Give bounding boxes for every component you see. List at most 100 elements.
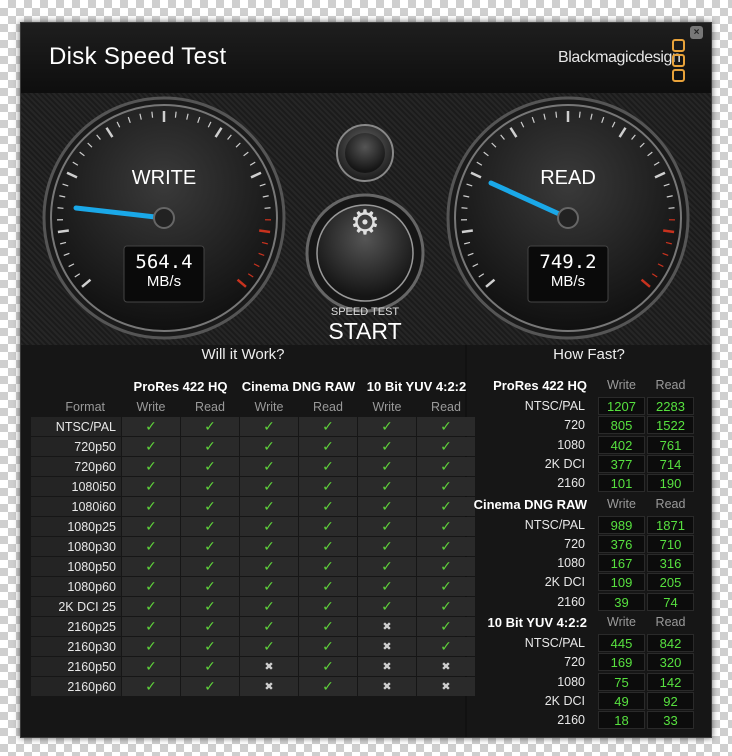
format-row-label: 2160p25 [67,620,116,634]
check-icon: ✓ [322,438,334,454]
read-subheader: Read [655,496,686,511]
check-icon: ✓ [263,478,275,494]
gauge-tick [174,111,177,118]
read-value: 749.2 [539,251,597,273]
gauge-tick [461,207,468,209]
write-speed-value: 376 [610,536,633,552]
write-subheader: Write [607,615,636,629]
read-speed-value: 33 [663,713,678,729]
speed-row-label: 2K DCI [544,456,585,471]
format-row-label: 2160p30 [67,640,116,654]
gauge-tick [151,111,154,118]
format-row-label: 720p60 [74,460,116,474]
cross-icon: ✖ [382,641,392,653]
check-icon: ✓ [381,518,393,534]
read-speed-value: 316 [659,556,682,572]
write-subheader: Write [372,400,402,414]
speed-group-header: 10 Bit YUV 4:2:2 [487,615,587,630]
gauge-tick [259,229,271,234]
title-bar[interactable]: Disk Speed Test Blackmagicdesign × [21,23,711,93]
speed-row-label: NTSC/PAL [524,399,585,413]
check-icon: ✓ [263,438,275,454]
check-icon: ✓ [263,598,275,614]
brand-name: Blackmagicdesign [558,49,681,66]
check-icon: ✓ [322,538,334,554]
speed-row-label: 2160 [557,713,585,728]
check-icon: ✓ [204,658,216,674]
check-icon: ✓ [204,598,216,614]
read-speed-value: 320 [659,655,682,671]
check-icon: ✓ [145,418,157,434]
speed-row-label: 2160 [557,594,585,609]
read-unit: MB/s [550,273,586,290]
check-icon: ✓ [145,518,157,534]
check-icon: ✓ [145,658,157,674]
speed-row-label: 2K DCI [544,575,585,590]
will-it-work-title: Will it Work? [201,346,285,363]
check-icon: ✓ [322,418,334,434]
check-icon: ✓ [263,538,275,554]
group-header: Cinema DNG RAW [241,379,356,394]
format-row-label: 1080p50 [67,560,116,574]
check-icon: ✓ [322,658,334,674]
read-subheader: Read [195,400,225,414]
app-title: Disk Speed Test [49,43,227,70]
check-icon: ✓ [322,638,334,654]
check-icon: ✓ [204,578,216,594]
gauge-tick [57,229,69,234]
format-row-label: NTSC/PAL [55,420,116,434]
gauge-tick [663,229,675,234]
write-gauge-dial [42,96,286,340]
write-subheader: Write [607,378,636,392]
disk-speed-test-window: Disk Speed Test Blackmagicdesign × ⚙ SPE… [20,22,712,738]
start-label: START [328,318,402,344]
close-icon[interactable]: × [690,26,703,39]
format-row-label: 1080p25 [67,520,116,534]
read-subheader: Read [655,615,686,629]
check-icon: ✓ [263,638,275,654]
check-icon: ✓ [263,458,275,474]
speed-row-label: 2160 [557,476,585,491]
gauge-tick [57,207,64,209]
check-icon: ✓ [322,678,334,694]
check-icon: ✓ [381,558,393,574]
write-speed-value: 49 [614,693,629,709]
check-icon: ✓ [145,598,157,614]
check-icon: ✓ [322,598,334,614]
write-speed-value: 805 [610,418,633,434]
read-subheader: Read [313,400,343,414]
check-icon: ✓ [263,518,275,534]
write-speed-value: 1207 [607,399,636,414]
check-icon: ✓ [145,678,157,694]
speed-test-label: SPEED TEST [330,306,400,318]
format-row-label: 1080p60 [67,580,116,594]
check-icon: ✓ [145,538,157,554]
check-icon: ✓ [145,438,157,454]
write-speed-value: 989 [610,517,633,533]
read-readout: 749.2 MB/s [528,251,608,290]
speed-row-label: NTSC/PAL [524,636,585,650]
check-icon: ✓ [322,558,334,574]
gear-icon[interactable]: ⚙ [337,195,393,251]
read-speed-value: 761 [659,437,682,453]
check-icon: ✓ [204,418,216,434]
read-label: READ [540,167,596,189]
speed-row-label: 720 [564,418,585,433]
check-icon: ✓ [322,578,334,594]
gauge-tick [461,229,473,234]
read-speed-value: 2283 [656,399,685,414]
gauge-panel: ⚙ SPEED TEST START WRITE 564.4 MB/s READ… [21,93,711,345]
check-icon: ✓ [381,598,393,614]
format-row-label: 1080i50 [71,480,117,494]
blackmagic-logo-icon [672,39,685,84]
check-icon: ✓ [322,458,334,474]
speed-group-header: Cinema DNG RAW [473,496,587,512]
check-icon: ✓ [204,558,216,574]
write-speed-value: 377 [610,456,633,472]
gauge-tick [668,207,675,209]
check-icon: ✓ [381,438,393,454]
check-icon: ✓ [381,578,393,594]
check-icon: ✓ [381,498,393,514]
read-speed-value: 842 [659,636,682,651]
check-icon: ✓ [322,478,334,494]
